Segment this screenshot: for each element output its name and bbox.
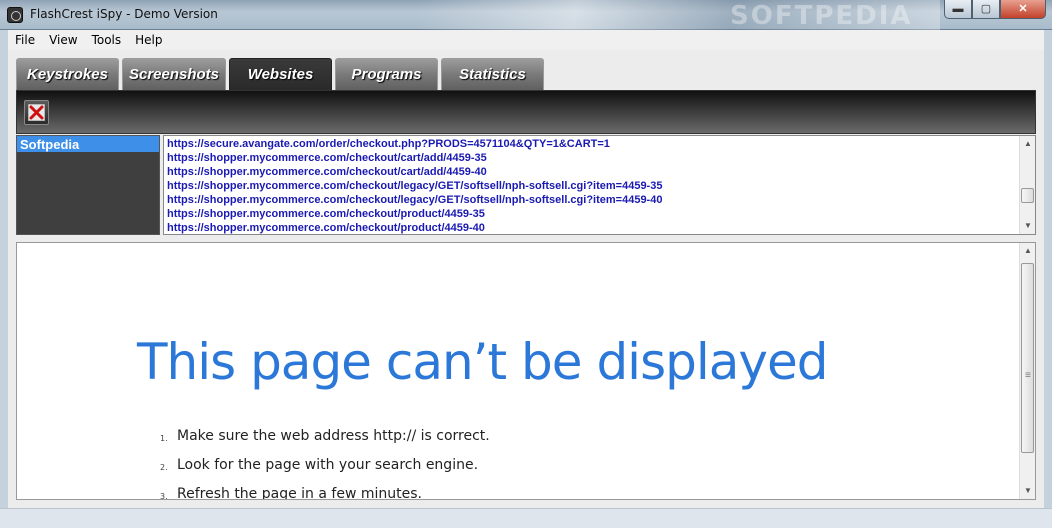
tab-keystrokes[interactable]: Keystrokes <box>16 58 119 90</box>
scroll-down-icon[interactable]: ▼ <box>1020 484 1035 498</box>
suggestion-text: Make sure the web address http:// is cor… <box>177 428 490 444</box>
menu-bar: File View Tools Help <box>0 30 1052 50</box>
red-x-icon <box>28 104 45 121</box>
user-list[interactable]: Softpedia <box>16 135 160 235</box>
suggestion-text: Refresh the page in a few minutes. <box>177 486 422 500</box>
url-row[interactable]: https://shopper.mycommerce.com/checkout/… <box>164 151 1019 165</box>
menu-file[interactable]: File <box>8 33 42 47</box>
visited-url-list[interactable]: https://secure.avangate.com/order/checko… <box>163 135 1036 235</box>
title-bar: FlashCrest iSpy - Demo Version SOFTPEDIA… <box>0 0 1052 31</box>
suggestion-text: Look for the page with your search engin… <box>177 457 479 473</box>
menu-view[interactable]: View <box>42 33 84 47</box>
window-title: FlashCrest iSpy - Demo Version <box>30 7 218 21</box>
suggestion-item: 2. Look for the page with your search en… <box>157 456 490 485</box>
user-item-softpedia[interactable]: Softpedia <box>17 136 159 152</box>
menu-tools[interactable]: Tools <box>85 33 129 47</box>
url-row[interactable]: https://shopper.mycommerce.com/checkout/… <box>164 221 1019 235</box>
suggestion-item: 1. Make sure the web address http:// is … <box>157 427 490 456</box>
tab-statistics[interactable]: Statistics <box>441 58 544 90</box>
url-row[interactable]: https://shopper.mycommerce.com/checkout/… <box>164 165 1019 179</box>
page-preview-scrollbar[interactable]: ▲ ≡ ▼ <box>1019 243 1035 499</box>
status-bar <box>0 508 1052 528</box>
main-panel: Keystrokes Screenshots Websites Programs… <box>8 50 1044 508</box>
minimize-button[interactable]: ▬ <box>944 0 972 19</box>
menu-help[interactable]: Help <box>128 33 169 47</box>
close-button[interactable]: ✕ <box>1000 0 1046 19</box>
suggestion-number: 3. <box>160 492 168 500</box>
tab-bar: Keystrokes Screenshots Websites Programs… <box>16 58 544 90</box>
scroll-down-icon[interactable]: ▼ <box>1020 219 1036 233</box>
tab-screenshots[interactable]: Screenshots <box>122 58 226 90</box>
tab-programs[interactable]: Programs <box>335 58 438 90</box>
window-frame-right <box>1044 50 1052 508</box>
url-row[interactable]: https://shopper.mycommerce.com/checkout/… <box>164 207 1019 221</box>
grip-icon: ≡ <box>1025 370 1031 381</box>
window-frame-left <box>0 50 8 508</box>
suggestion-item: 3. Refresh the page in a few minutes. <box>157 485 490 500</box>
maximize-button[interactable]: ▢ <box>972 0 1000 19</box>
error-title: This page can’t be displayed <box>137 333 828 391</box>
suggestion-number: 1. <box>160 434 168 443</box>
page-preview: This page can’t be displayed 1. Make sur… <box>16 242 1036 500</box>
app-icon[interactable] <box>7 7 23 23</box>
error-suggestions: 1. Make sure the web address http:// is … <box>157 427 490 500</box>
watermark-text: SOFTPEDIA <box>730 1 913 31</box>
url-list-scrollbar[interactable]: ▲ ▼ <box>1019 136 1035 234</box>
scroll-up-icon[interactable]: ▲ <box>1020 244 1035 258</box>
scroll-up-icon[interactable]: ▲ <box>1020 137 1036 151</box>
url-row[interactable]: https://secure.avangate.com/order/checko… <box>164 137 1019 151</box>
scrollbar-thumb[interactable]: ≡ <box>1021 263 1034 453</box>
url-row[interactable]: https://shopper.mycommerce.com/checkout/… <box>164 179 1019 193</box>
window-controls: ▬ ▢ ✕ <box>944 0 1046 19</box>
url-row[interactable]: https://shopper.mycommerce.com/checkout/… <box>164 193 1019 207</box>
tab-websites[interactable]: Websites <box>229 58 332 90</box>
toolbar <box>16 90 1036 134</box>
scrollbar-thumb[interactable] <box>1021 188 1034 203</box>
suggestion-number: 2. <box>160 463 168 472</box>
delete-button[interactable] <box>24 100 49 125</box>
